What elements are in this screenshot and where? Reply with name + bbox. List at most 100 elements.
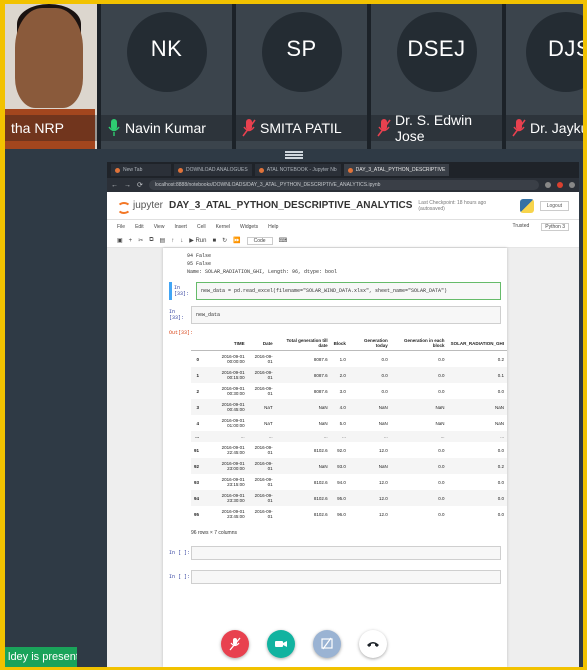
table-cell: NaN bbox=[318, 420, 328, 426]
save-icon[interactable]: ▣ bbox=[117, 237, 123, 244]
notebook-title[interactable]: DAY_3_ATAL_PYTHON_DESCRIPTIVE_ANALYTICS bbox=[169, 200, 412, 211]
table-header bbox=[191, 336, 203, 351]
share-screen-button[interactable] bbox=[313, 630, 341, 658]
notebook-menubar: File Edit View Insert Cell Kernel Widget… bbox=[107, 220, 579, 234]
leave-call-button[interactable] bbox=[359, 630, 387, 658]
notebook-toolbar: ▣ + ✂ ⧉ ▤ ↑ ↓ ▶ Run ■ ↻ ⏩ Code ⌨ bbox=[107, 234, 579, 248]
code-editor[interactable]: new_data = pd.read_excel(filename="SOLAR… bbox=[196, 282, 501, 300]
menu-cell[interactable]: Cell bbox=[197, 224, 206, 230]
url-field[interactable]: localhost:8888/notebooks/DOWNLOADS/DAY_3… bbox=[148, 180, 539, 190]
paste-icon[interactable]: ▤ bbox=[160, 237, 166, 244]
participant-namebar: Navin Kumar bbox=[101, 115, 232, 141]
cut-icon[interactable]: ✂ bbox=[138, 237, 143, 244]
move-up-icon[interactable]: ↑ bbox=[171, 238, 174, 244]
command-palette-icon[interactable]: ⌨ bbox=[279, 237, 288, 244]
camera-button[interactable] bbox=[267, 630, 295, 658]
participant-tile-self[interactable]: tha NRP bbox=[5, 4, 97, 149]
code-cell[interactable]: In [33]: new_data bbox=[169, 306, 501, 324]
mic-muted-icon bbox=[242, 118, 256, 138]
add-cell-icon[interactable]: + bbox=[129, 238, 133, 244]
jupyter-logo-icon[interactable] bbox=[117, 199, 131, 214]
forward-icon[interactable]: → bbox=[124, 182, 131, 189]
table-cell: ... bbox=[447, 431, 507, 442]
table-cell: 8102.6 bbox=[313, 479, 328, 485]
participant-name: Navin Kumar bbox=[125, 120, 206, 136]
move-down-icon[interactable]: ↓ bbox=[180, 238, 183, 244]
participant-tile-djs[interactable]: DJS Dr. Jaykuma bbox=[506, 4, 583, 149]
table-cell: 0.0 bbox=[390, 367, 448, 383]
drag-handle-icon[interactable] bbox=[285, 151, 303, 159]
code-editor[interactable] bbox=[191, 546, 501, 560]
table-cell: 0.2 bbox=[497, 356, 504, 362]
fast-forward-icon[interactable]: ⏩ bbox=[233, 237, 240, 244]
browser-tab-bar: New Tab DOWNLOAD ANALOGUES ATAL NOTEBOOK… bbox=[107, 162, 579, 178]
output-line: 94 False bbox=[187, 253, 212, 259]
table-cell: 2016-09-01 bbox=[254, 354, 273, 364]
cell-prompt: In [ ]: bbox=[169, 574, 191, 580]
table-cell: 8087.6 bbox=[313, 388, 328, 394]
table-cell: 91 bbox=[194, 447, 200, 453]
extension-icon[interactable] bbox=[545, 182, 551, 188]
python-logo-icon bbox=[519, 198, 534, 213]
table-cell: NaN bbox=[348, 458, 391, 474]
table-cell: 8102.6 bbox=[275, 490, 331, 506]
mute-button[interactable] bbox=[221, 630, 249, 658]
code-editor[interactable] bbox=[191, 570, 501, 584]
participant-tile-sp[interactable]: SP SMITA PATIL bbox=[236, 4, 367, 149]
browser-tab-label: ATAL NOTEBOOK - Jupyter Nb bbox=[266, 167, 337, 173]
table-cell: 93 bbox=[194, 479, 200, 485]
browser-tab[interactable]: DOWNLOAD ANALOGUES bbox=[174, 164, 252, 176]
participant-initials: DJS bbox=[548, 36, 583, 61]
participant-strip: tha NRP NK Navin Kumar SP SMITA PATIL DS… bbox=[5, 4, 583, 149]
extension-icon[interactable] bbox=[557, 182, 563, 188]
cell-type-select[interactable]: Code bbox=[246, 236, 273, 245]
table-header: Block bbox=[330, 336, 349, 351]
table-cell: 0.0 bbox=[497, 511, 504, 517]
table-cell: 12.0 bbox=[378, 511, 388, 517]
table-cell: 0.0 bbox=[438, 388, 445, 394]
menu-help[interactable]: Help bbox=[268, 224, 278, 230]
browser-tab[interactable]: ATAL NOTEBOOK - Jupyter Nb bbox=[254, 164, 341, 176]
participant-tile-dsej[interactable]: DSEJ Dr. S. Edwin Jose bbox=[371, 4, 502, 149]
table-cell: 2016-09-01 bbox=[247, 458, 276, 474]
table-cell: ... bbox=[275, 431, 331, 442]
code-cell[interactable]: In [ ]: bbox=[169, 570, 501, 584]
menu-file[interactable]: File bbox=[117, 224, 125, 230]
copy-icon[interactable]: ⧉ bbox=[149, 237, 153, 244]
browser-tab[interactable]: New Tab bbox=[111, 164, 171, 176]
meeting-window: tha NRP NK Navin Kumar SP SMITA PATIL DS… bbox=[5, 4, 583, 667]
participant-video bbox=[15, 8, 83, 108]
trusted-indicator[interactable]: Trusted bbox=[512, 223, 529, 231]
cell-prompt: In [33]: bbox=[169, 309, 185, 321]
table-row: 4 2016-09-01 01:00:00 NaT NaN 5.0 NaN NaN NaN bbox=[191, 415, 507, 431]
menu-widgets[interactable]: Widgets bbox=[240, 224, 258, 230]
run-button[interactable]: ▶ Run bbox=[189, 237, 206, 244]
table-cell: 5.0 bbox=[339, 420, 346, 426]
table-cell: 8102.6 bbox=[313, 447, 328, 453]
menu-kernel[interactable]: Kernel bbox=[216, 224, 230, 230]
browser-tab-active[interactable]: DAY_3_ATAL_PYTHON_DESCRIPTIVE bbox=[343, 164, 450, 176]
table-cell: 0.0 bbox=[497, 388, 504, 394]
participant-namebar: Dr. S. Edwin Jose bbox=[371, 112, 502, 144]
kernel-indicator[interactable]: Python 3 bbox=[541, 223, 569, 231]
code-cell[interactable]: In [ ]: bbox=[169, 546, 501, 560]
stop-icon[interactable]: ■ bbox=[212, 238, 216, 244]
code-editor[interactable]: new_data bbox=[191, 306, 501, 324]
profile-icon[interactable] bbox=[569, 182, 575, 188]
run-label: Run bbox=[195, 238, 207, 244]
restart-icon[interactable]: ↻ bbox=[222, 237, 227, 244]
cell-prompt: In [33]: bbox=[174, 285, 190, 297]
table-header: Generation in each block bbox=[390, 336, 448, 351]
menu-edit[interactable]: Edit bbox=[135, 224, 144, 230]
table-cell: 1 bbox=[191, 367, 203, 383]
reload-icon[interactable]: ⟳ bbox=[137, 181, 143, 189]
menu-view[interactable]: View bbox=[154, 224, 165, 230]
logout-button[interactable]: Logout bbox=[539, 200, 569, 211]
participant-tile-nk[interactable]: NK Navin Kumar bbox=[101, 4, 232, 149]
table-row: 93 2016-09-01 23:15:00 2016-09-01 8102.6 94.… bbox=[191, 474, 507, 490]
jupyter-brand: jupyter bbox=[132, 200, 163, 211]
menu-insert[interactable]: Insert bbox=[174, 224, 187, 230]
back-icon[interactable]: ← bbox=[111, 182, 118, 189]
table-cell: 2016-09-01 bbox=[247, 367, 276, 383]
code-cell[interactable]: In [33]: new_data = pd.read_excel(filena… bbox=[169, 282, 501, 300]
